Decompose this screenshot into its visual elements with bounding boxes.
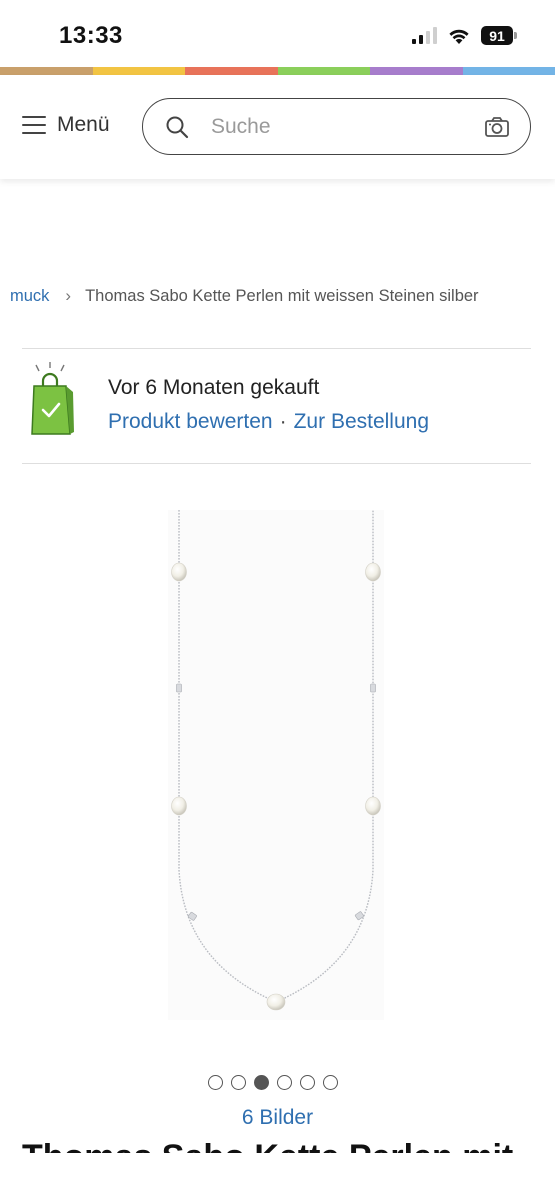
wifi-icon bbox=[449, 29, 469, 44]
stripe-segment bbox=[185, 67, 278, 75]
divider bbox=[22, 463, 531, 464]
hamburger-icon bbox=[22, 116, 46, 134]
gallery-dot[interactable] bbox=[254, 1075, 269, 1090]
gallery-dot[interactable] bbox=[300, 1075, 315, 1090]
breadcrumb: muck › Thomas Sabo Kette Perlen mit weis… bbox=[10, 286, 555, 306]
shopping-bag-check-icon bbox=[31, 362, 74, 435]
chevron-right-icon: › bbox=[65, 286, 72, 305]
battery-level: 91 bbox=[481, 26, 513, 45]
breadcrumb-link[interactable]: muck bbox=[10, 287, 49, 306]
camera-icon[interactable] bbox=[484, 115, 510, 139]
menu-button[interactable]: Menü bbox=[22, 113, 110, 137]
status-time: 13:33 bbox=[59, 22, 123, 49]
image-count-link[interactable]: 6 Bilder bbox=[0, 1106, 555, 1130]
stripe-segment bbox=[0, 67, 93, 75]
search-icon[interactable] bbox=[165, 115, 189, 139]
pearl-necklace-image bbox=[171, 510, 381, 1011]
search-bar[interactable] bbox=[142, 98, 531, 155]
gallery-dot[interactable] bbox=[231, 1075, 246, 1090]
stripe-segment bbox=[92, 67, 185, 75]
gallery-dot[interactable] bbox=[208, 1075, 223, 1090]
status-bar: 13:33 91 bbox=[0, 0, 555, 68]
purchased-status: Vor 6 Monaten gekauft bbox=[108, 376, 320, 399]
signal-icon bbox=[412, 27, 437, 44]
site-header: Menü bbox=[0, 75, 555, 179]
breadcrumb-current: Thomas Sabo Kette Perlen mit weissen Ste… bbox=[85, 286, 479, 305]
link-separator: · bbox=[279, 410, 287, 433]
status-icons: 91 bbox=[412, 26, 517, 45]
divider bbox=[22, 348, 531, 349]
purchase-links: Produkt bewerten · Zur Bestellung bbox=[108, 410, 429, 434]
stripe-segment bbox=[370, 67, 463, 75]
purchase-info: Vor 6 Monaten gekauft Produkt bewerten ·… bbox=[22, 360, 531, 450]
view-order-link[interactable]: Zur Bestellung bbox=[294, 410, 429, 434]
battery-icon: 91 bbox=[481, 26, 517, 45]
gallery-dot[interactable] bbox=[277, 1075, 292, 1090]
stripe-segment bbox=[277, 67, 370, 75]
product-title: Thomas Sabo Kette Perlen mit bbox=[22, 1138, 513, 1153]
gallery-pagination bbox=[208, 1075, 338, 1090]
search-input[interactable] bbox=[211, 111, 461, 143]
product-image[interactable] bbox=[168, 510, 384, 1020]
stripe-segment bbox=[462, 67, 555, 75]
brand-color-stripe bbox=[0, 67, 555, 75]
gallery-dot[interactable] bbox=[323, 1075, 338, 1090]
menu-label: Menü bbox=[57, 113, 110, 136]
product-title-container: Thomas Sabo Kette Perlen mit bbox=[0, 1136, 555, 1153]
rate-product-link[interactable]: Produkt bewerten bbox=[108, 410, 273, 434]
